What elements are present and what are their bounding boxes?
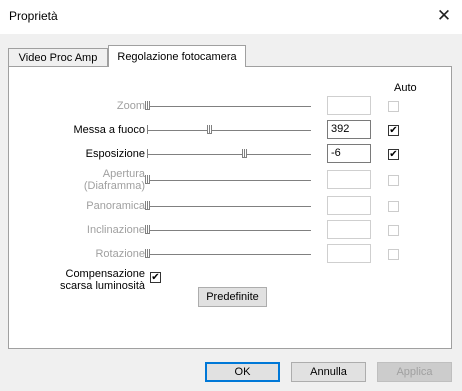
slider-track xyxy=(147,106,311,107)
exposure-slider[interactable] xyxy=(147,149,311,161)
dialog-client: Video Proc Amp Regolazione fotocamera Au… xyxy=(0,34,462,391)
apply-button[interactable]: Applica xyxy=(377,362,452,382)
roll-slider[interactable] xyxy=(145,249,311,261)
cancel-button[interactable]: Annulla xyxy=(291,362,366,382)
slider-thumb[interactable] xyxy=(145,201,150,210)
tilt-auto-checkbox[interactable] xyxy=(388,225,399,236)
exposure-auto-checkbox[interactable]: ✔ xyxy=(388,149,399,160)
slider-track xyxy=(147,180,311,181)
tilt-label: Inclinazione xyxy=(86,224,145,236)
low-light-label: Compensazione scarsa luminosità xyxy=(9,268,145,292)
roll-value-field[interactable] xyxy=(327,244,371,263)
slider-thumb[interactable] xyxy=(145,249,150,258)
close-icon[interactable]: ✕ xyxy=(432,5,456,27)
slider-end-tick xyxy=(147,149,148,158)
window-title: Proprietà xyxy=(9,9,58,23)
slider-end-tick xyxy=(147,125,148,134)
zoom-slider[interactable] xyxy=(145,101,311,113)
aperture-auto-checkbox[interactable] xyxy=(388,175,399,186)
tilt-slider[interactable] xyxy=(145,225,311,237)
slider-thumb[interactable] xyxy=(145,225,150,234)
focus-auto-checkbox[interactable]: ✔ xyxy=(388,125,399,136)
auto-column-header: Auto xyxy=(394,82,417,94)
slider-track xyxy=(147,130,311,131)
pan-label: Panoramica xyxy=(86,200,145,212)
aperture-value-field[interactable] xyxy=(327,170,371,189)
aperture-label-line1: Apertura xyxy=(102,168,145,180)
slider-thumb[interactable] xyxy=(145,175,150,184)
low-light-label-line2: scarsa luminosità xyxy=(60,280,145,292)
zoom-value-field[interactable] xyxy=(327,96,371,115)
pan-slider[interactable] xyxy=(145,201,311,213)
pan-auto-checkbox[interactable] xyxy=(388,201,399,212)
slider-track xyxy=(147,206,311,207)
focus-label: Messa a fuoco xyxy=(73,124,145,136)
aperture-slider[interactable] xyxy=(145,175,311,187)
pan-value-field[interactable] xyxy=(327,196,371,215)
slider-track xyxy=(147,154,311,155)
exposure-label: Esposizione xyxy=(85,148,145,160)
slider-track xyxy=(147,254,311,255)
slider-thumb[interactable] xyxy=(145,101,150,110)
roll-label: Rotazione xyxy=(95,248,145,260)
slider-track xyxy=(147,230,311,231)
slider-thumb[interactable] xyxy=(207,125,212,134)
defaults-button[interactable]: Predefinite xyxy=(198,287,267,307)
aperture-label: Apertura (Diaframma) xyxy=(9,168,145,192)
tab-regolazione-fotocamera[interactable]: Regolazione fotocamera xyxy=(108,45,246,67)
roll-auto-checkbox[interactable] xyxy=(388,249,399,260)
slider-thumb[interactable] xyxy=(242,149,247,158)
ok-button[interactable]: OK xyxy=(205,362,280,382)
title-bar: Proprietà ✕ xyxy=(0,0,462,34)
zoom-auto-checkbox[interactable] xyxy=(388,101,399,112)
focus-slider[interactable] xyxy=(147,125,311,137)
low-light-label-line1: Compensazione xyxy=(65,268,146,280)
aperture-label-line2: (Diaframma) xyxy=(83,180,145,192)
tilt-value-field[interactable] xyxy=(327,220,371,239)
tab-panel: Auto Zoom Messa a fuoco 392 ✔ Esposizion… xyxy=(8,66,452,349)
low-light-checkbox[interactable]: ✔ xyxy=(150,272,161,283)
zoom-label: Zoom xyxy=(116,100,145,112)
focus-value-field[interactable]: 392 xyxy=(327,120,371,139)
tab-video-proc-amp[interactable]: Video Proc Amp xyxy=(8,48,108,66)
exposure-value-field[interactable]: -6 xyxy=(327,144,371,163)
